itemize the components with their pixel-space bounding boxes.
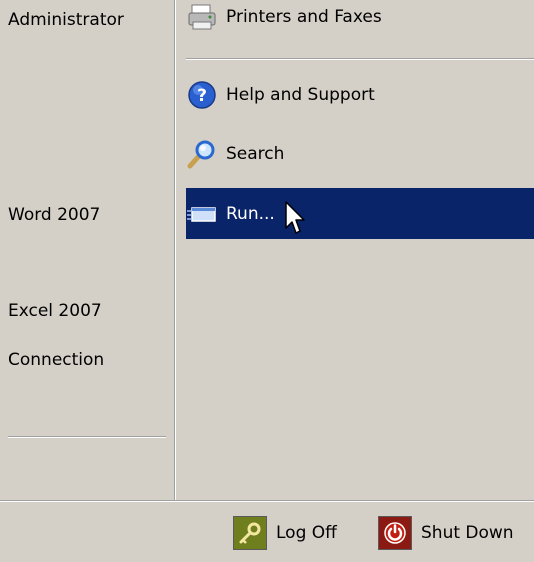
menu-item-label: Search — [226, 144, 285, 164]
menu-item-printers-and-faxes[interactable]: Printers and Faxes — [186, 0, 534, 40]
right-separator — [186, 58, 534, 60]
left-pane: Administrator Word 2007 Excel 2007 Conne… — [0, 0, 174, 500]
shut-down-button[interactable]: Shut Down — [378, 516, 514, 550]
menu-item-help-and-support[interactable]: ? Help and Support — [186, 72, 534, 118]
shut-down-label: Shut Down — [421, 523, 514, 543]
log-off-button[interactable]: Log Off — [233, 516, 337, 550]
menu-item-label: Printers and Faxes — [226, 7, 382, 27]
menu-item-run[interactable]: Run... — [186, 188, 534, 239]
power-icon — [378, 516, 412, 550]
program-item-word-2007[interactable]: Word 2007 — [8, 205, 100, 225]
help-icon: ? — [188, 81, 216, 109]
user-name-label: Administrator — [8, 10, 124, 30]
menu-item-search[interactable]: Search — [186, 131, 534, 177]
left-separator — [8, 436, 166, 438]
log-off-label: Log Off — [276, 523, 337, 543]
program-item-excel-2007[interactable]: Excel 2007 — [8, 301, 102, 321]
printer-icon — [188, 4, 216, 30]
menu-item-label: Help and Support — [226, 85, 375, 105]
right-pane: Printers and Faxes ? Help and Support Se… — [176, 0, 534, 500]
key-icon — [233, 516, 267, 550]
program-item-connection[interactable]: Connection — [8, 350, 104, 370]
search-icon — [187, 140, 215, 169]
svg-text:?: ? — [197, 86, 207, 106]
run-icon — [187, 206, 216, 222]
menu-item-label: Run... — [226, 203, 275, 224]
